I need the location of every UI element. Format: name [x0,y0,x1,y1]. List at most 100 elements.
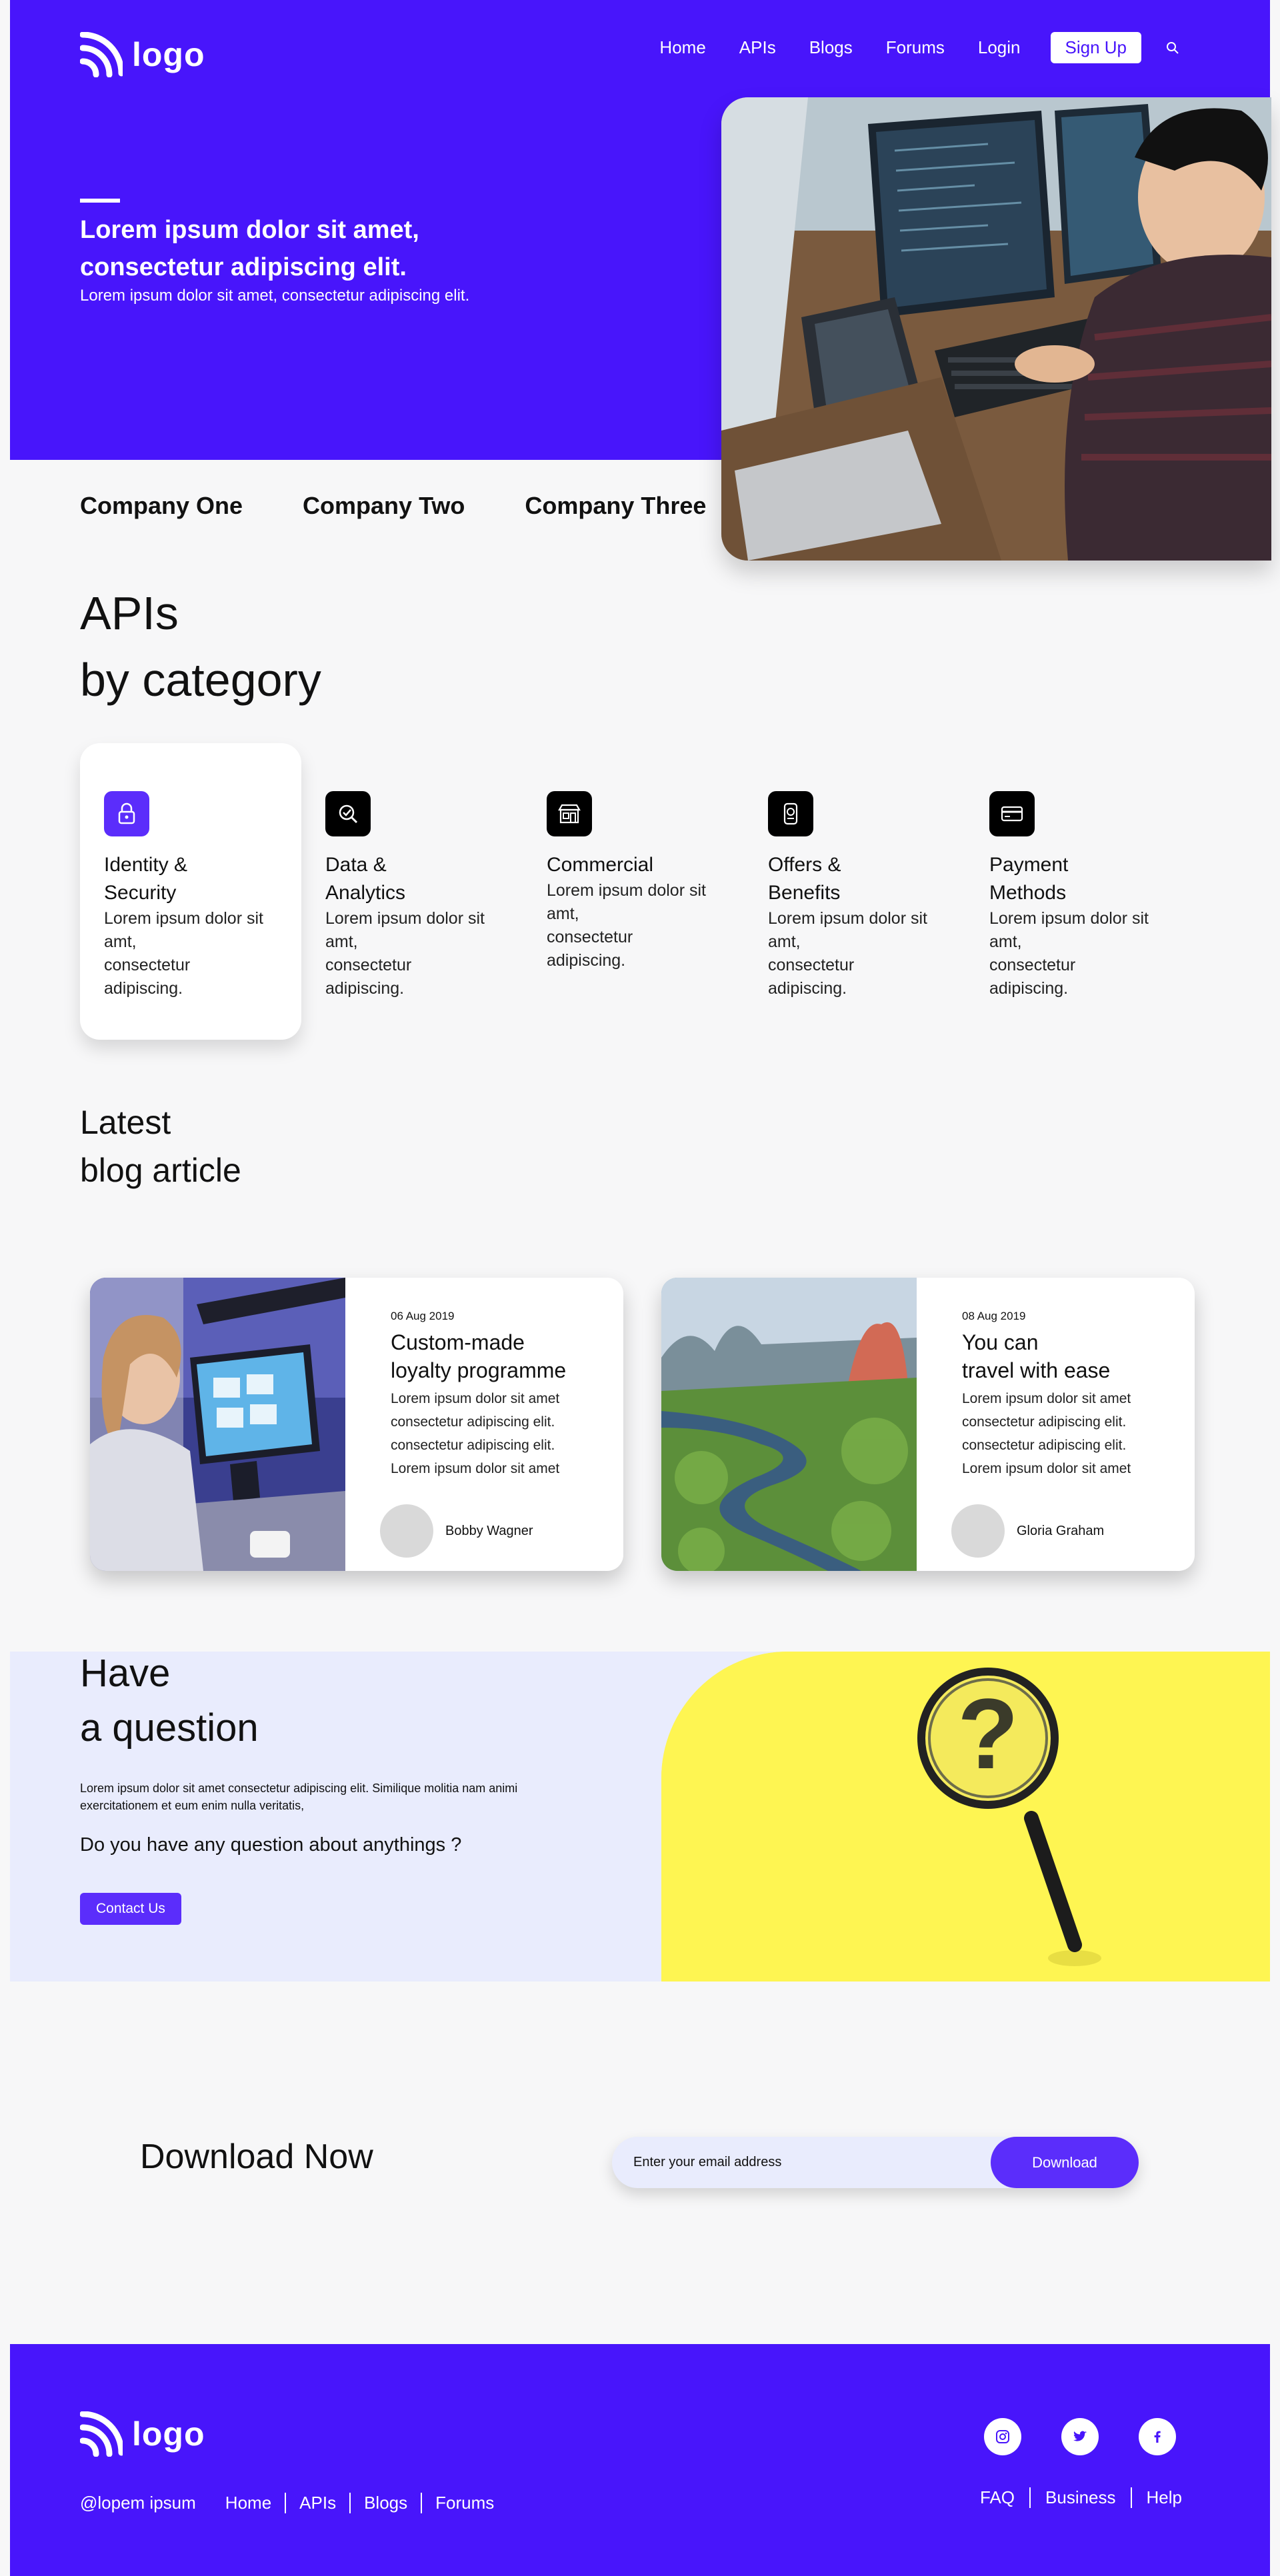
store-icon [547,791,592,836]
blog-card-text-line: consectetur adipiscing elit. [962,1414,1127,1430]
footer-copyright: @lopem ipsum [80,2493,196,2513]
footer-right-links: FAQ Business Help [980,2487,1197,2508]
blog-card-title-line1[interactable]: You can [962,1328,1175,1356]
category-desc-2: amt, [989,932,1022,951]
author-name: Gloria Graham [1017,1523,1105,1538]
blog-card-text-line: Lorem ipsum dolor sit amet [962,1461,1131,1476]
blog-card-date: 08 Aug 2019 [962,1310,1026,1322]
blog-card[interactable]: 08 Aug 2019 You can travel with ease Lor… [661,1278,1195,1571]
twitter-icon[interactable] [1061,2418,1099,2455]
social-links [984,2418,1176,2455]
footer-link-blogs[interactable]: Blogs [349,2493,421,2513]
apis-title-line1: APIs [80,587,179,639]
blog-card-title-line1[interactable]: Custom-made [391,1328,604,1356]
logo-mark-icon [79,2411,125,2457]
blog-card-text-line: Lorem ipsum dolor sit amet [391,1391,560,1406]
blog-card-text-line: Lorem ipsum dolor sit amet [391,1461,560,1476]
footer-links: @lopem ipsum Home APIs Blogs Forums [80,2493,507,2513]
nav-home[interactable]: Home [659,37,705,58]
blog-card-date: 06 Aug 2019 [391,1310,455,1322]
hero-heading-line1: Lorem ipsum dolor sit amet, [80,216,419,244]
category-identity-security[interactable]: Identity & Security Lorem ipsum dolor si… [80,743,301,1040]
category-desc-2: amt, [104,932,137,951]
category-desc-4: adipiscing. [989,979,1069,998]
blog-card-image [90,1278,345,1571]
blog-card-text-line: consectetur adipiscing elit. [391,1438,555,1453]
category-desc-3: consectetur [325,956,412,974]
blog-card-body: 08 Aug 2019 You can travel with ease Lor… [917,1278,1195,1571]
blog-card-body: 06 Aug 2019 Custom-made loyalty programm… [345,1278,623,1571]
company-one: Company One [80,492,243,519]
category-desc-4: adipiscing. [325,979,405,998]
footer-link-faq[interactable]: FAQ [980,2487,1029,2508]
author-name: Bobby Wagner [445,1523,533,1538]
question-title-line2: a question [80,1706,259,1750]
logo-text: logo [132,36,205,73]
category-desc-1: Lorem ipsum dolor sit [989,909,1149,928]
category-title-line2: Analytics [325,882,406,904]
blog-card-text-line: consectetur adipiscing elit. [391,1414,555,1430]
nav-forums[interactable]: Forums [886,37,945,58]
footer-link-forums[interactable]: Forums [421,2493,507,2513]
category-title-line2: Methods [989,882,1067,904]
instagram-icon[interactable] [984,2418,1021,2455]
logo[interactable]: logo [79,31,205,78]
category-payment-methods[interactable]: Payment Methods Lorem ipsum dolor sit am… [965,743,1187,1040]
nav-apis[interactable]: APIs [739,37,776,58]
blog-title: Latest blog article [80,1098,241,1194]
blog-card-author: Gloria Graham [951,1504,1104,1558]
blog-card-title-line2[interactable]: loyalty programme [391,1356,604,1384]
signup-button[interactable]: Sign Up [1050,32,1141,63]
facebook-icon[interactable] [1139,2418,1176,2455]
logo-mark-icon [79,31,125,78]
download-title: Download Now [140,2137,373,2177]
apis-title: APIs by category [80,580,321,713]
category-desc-1: Lorem ipsum dolor sit [325,909,485,928]
search-icon[interactable] [1165,41,1180,55]
blog-card-text: Lorem ipsum dolor sit amet consectetur a… [962,1387,1175,1480]
category-offers-benefits[interactable]: Offers & Benefits Lorem ipsum dolor sit … [744,743,965,1040]
blog-card-author: Bobby Wagner [380,1504,533,1558]
blog-title-line2: blog article [80,1152,241,1189]
category-commercial[interactable]: Commercial Lorem ipsum dolor sit amt, co… [523,743,744,1040]
blog-card-text: Lorem ipsum dolor sit amet consectetur a… [391,1387,604,1480]
lock-icon [104,791,149,836]
category-title-line1: Data & [325,854,387,876]
category-desc-1: Lorem ipsum dolor sit [547,881,706,900]
category-title-line1: Identity & [104,854,188,876]
card-icon [989,791,1035,836]
download-button[interactable]: Download [991,2137,1139,2188]
question-title-line1: Have [80,1652,171,1695]
footer-link-business[interactable]: Business [1029,2487,1131,2508]
category-desc-3: consectetur [989,956,1076,974]
category-desc-1: Lorem ipsum dolor sit [104,909,263,928]
blog-card-image [661,1278,917,1571]
question-title: Have a question [80,1646,259,1756]
blog-card-title-line2[interactable]: travel with ease [962,1356,1175,1384]
footer [10,2344,1270,2576]
company-three: Company Three [525,492,707,519]
category-desc-1: Lorem ipsum dolor sit [768,909,927,928]
avatar [380,1504,433,1558]
footer-link-help[interactable]: Help [1130,2487,1197,2508]
main-nav: Home APIs Blogs Forums Login Sign Up [626,32,1180,63]
footer-logo[interactable]: logo [79,2411,205,2457]
email-input[interactable] [633,2137,967,2188]
footer-link-apis[interactable]: APIs [285,2493,349,2513]
category-desc-2: amt, [768,932,801,951]
blog-card-text-line: Lorem ipsum dolor sit amet [962,1391,1131,1406]
category-title-line1: Payment [989,854,1069,876]
footer-link-home[interactable]: Home [225,2493,285,2513]
hero-accent-line [80,199,120,203]
nav-login[interactable]: Login [978,37,1021,58]
category-title-line1: Offers & [768,854,841,876]
blog-title-line1: Latest [80,1104,171,1141]
companies-row: Company One Company Two Company Three [80,492,706,520]
category-title-line2: Benefits [768,882,841,904]
blog-card[interactable]: 06 Aug 2019 Custom-made loyalty programm… [90,1278,623,1571]
analytics-icon [325,791,371,836]
category-data-analytics[interactable]: Data & Analytics Lorem ipsum dolor sit a… [301,743,523,1040]
nav-blogs[interactable]: Blogs [809,37,853,58]
contact-us-button[interactable]: Contact Us [80,1893,181,1925]
blog-card-text-line: consectetur adipiscing elit. [962,1438,1127,1453]
